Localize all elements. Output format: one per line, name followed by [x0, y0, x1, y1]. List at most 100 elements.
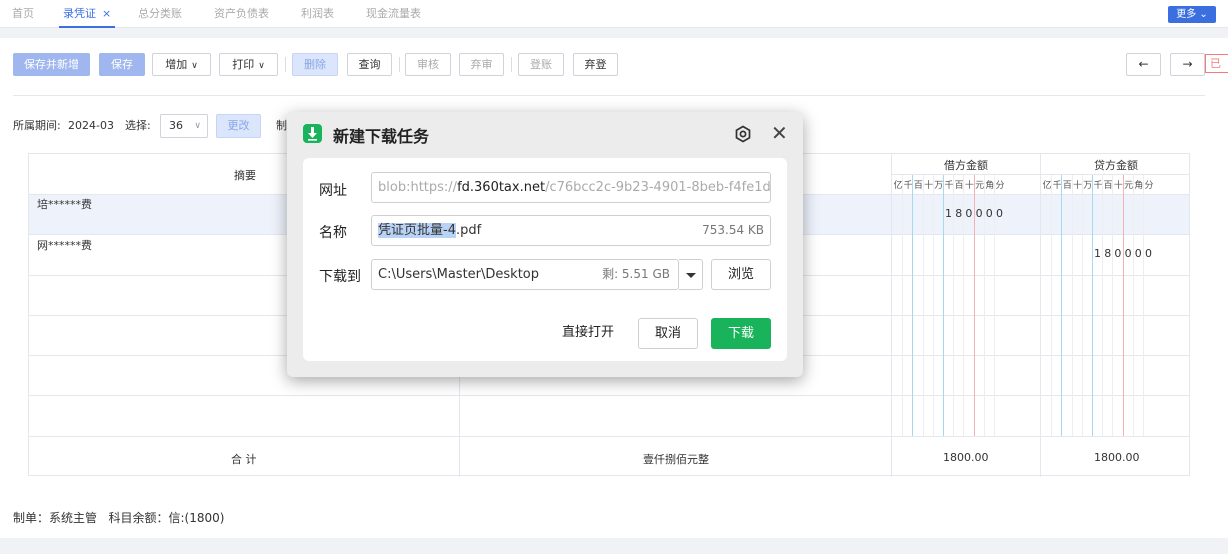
- table-row-summary[interactable]: 网******费: [37, 237, 92, 253]
- download-button[interactable]: 下载: [711, 318, 771, 349]
- path-dropdown-button[interactable]: [679, 259, 703, 290]
- tab-general-ledger[interactable]: 总分类账: [138, 0, 182, 28]
- amount-digit: 0: [975, 207, 983, 220]
- chevron-down-icon: ∨: [258, 61, 265, 71]
- digit-divider: [983, 175, 985, 436]
- debit-header: 借方金额: [944, 159, 988, 172]
- more-button[interactable]: 更多 ⌄: [1168, 6, 1216, 23]
- tab-cash-flow[interactable]: 现金流量表: [366, 0, 421, 28]
- amount-digit: 0: [1114, 247, 1122, 260]
- col-divider: [1040, 154, 1041, 477]
- period-label: 所属期间:: [13, 119, 61, 132]
- amount-digit: 1: [1094, 247, 1101, 260]
- digit-unit-label: 分: [995, 181, 1005, 191]
- browse-button[interactable]: 浏览: [711, 259, 771, 290]
- prev-voucher-button[interactable]: ←: [1126, 53, 1161, 76]
- digit-divider: [1051, 175, 1053, 436]
- balance-text: 科目余额：信:(1800): [108, 511, 225, 525]
- unpost-button[interactable]: 弃登: [573, 53, 618, 76]
- maker-text: 制单：系统主管: [13, 511, 98, 525]
- summary-header: 摘要: [234, 169, 256, 182]
- digit-divider: [1092, 175, 1093, 436]
- next-voucher-button[interactable]: →: [1170, 53, 1205, 76]
- total-amount-words: 壹仟捌佰元整: [643, 453, 709, 466]
- tab-label: 总分类账: [138, 7, 182, 20]
- total-credit: 1800.00: [1094, 451, 1140, 464]
- amount-digit: 0: [965, 207, 973, 220]
- tab-label: 利润表: [301, 7, 334, 20]
- digit-divider: [932, 175, 934, 436]
- tab-home[interactable]: 首页: [12, 0, 34, 28]
- cancel-button[interactable]: 取消: [638, 318, 698, 349]
- digit-divider: [994, 175, 995, 436]
- tab-voucher-entry[interactable]: 录凭证 ×: [58, 0, 116, 28]
- amount-digit: 1: [945, 207, 952, 220]
- close-icon[interactable]: ×: [102, 7, 111, 20]
- digit-divider: [1122, 175, 1124, 436]
- url-field[interactable]: blob:https://fd.360tax.net/c76bcc2c-9b23…: [371, 172, 771, 203]
- amount-digit: 8: [955, 207, 963, 220]
- amount-digit: 0: [996, 207, 1003, 220]
- close-icon[interactable]: ✕: [771, 121, 788, 145]
- save-path-field[interactable]: C:\Users\Master\Desktop 剩: 5.51 GB: [371, 259, 679, 290]
- tab-label: 资产负债表: [214, 7, 269, 20]
- digit-divider: [1102, 175, 1104, 436]
- digit-divider: [1143, 175, 1144, 436]
- save-button[interactable]: 保存: [99, 53, 145, 76]
- digit-divider: [902, 175, 904, 436]
- print-dropdown-button[interactable]: 打印 ∨: [219, 53, 278, 76]
- delete-button[interactable]: 删除: [292, 53, 338, 76]
- tab-income-statement[interactable]: 利润表: [301, 0, 334, 28]
- divider: [511, 57, 512, 72]
- settings-icon[interactable]: [734, 125, 752, 143]
- digit-unit-label: 分: [1144, 181, 1154, 191]
- name-label: 名称: [319, 225, 347, 241]
- amount-digit: 0: [1134, 247, 1142, 260]
- digit-divider: [953, 175, 955, 436]
- divider: [285, 57, 286, 72]
- post-button[interactable]: 登账: [518, 53, 564, 76]
- digit-divider: [1081, 175, 1083, 436]
- voucher-number-select[interactable]: 36 ∨: [160, 114, 208, 138]
- digit-divider: [943, 175, 944, 436]
- change-button[interactable]: 更改: [216, 114, 261, 138]
- row-divider: [29, 436, 1189, 437]
- total-label: 合 计: [231, 453, 257, 466]
- period-value: 2024-03: [68, 119, 114, 132]
- tab-label: 现金流量表: [366, 7, 421, 20]
- dialog-title: 新建下载任务: [333, 127, 430, 146]
- filename-field[interactable]: 凭证页批量-4.pdf 753.54 KB: [371, 215, 771, 246]
- tab-balance-sheet[interactable]: 资产负债表: [214, 0, 269, 28]
- free-space: 剩: 5.51 GB: [602, 267, 670, 281]
- table-row-summary[interactable]: 培******费: [37, 196, 92, 212]
- query-button[interactable]: 查询: [347, 53, 392, 76]
- audit-button[interactable]: 审核: [405, 53, 451, 76]
- save-and-new-button[interactable]: 保存并新增: [13, 53, 90, 76]
- col-divider: [891, 154, 892, 477]
- add-dropdown-button[interactable]: 增加 ∨: [152, 53, 211, 76]
- url-label: 网址: [319, 183, 347, 199]
- tab-bar: 首页 录凭证 × 总分类账 资产负债表 利润表 现金流量表 更多 ⌄: [0, 0, 1228, 28]
- row-divider: [29, 395, 1189, 396]
- digit-divider: [1132, 175, 1134, 436]
- total-debit: 1800.00: [943, 451, 989, 464]
- save-to-label: 下载到: [319, 269, 361, 285]
- open-directly-button[interactable]: 直接打开: [543, 318, 633, 349]
- divider: [399, 57, 400, 72]
- download-logo-icon: [303, 124, 322, 143]
- digit-divider: [1061, 175, 1063, 436]
- status-badge: 已: [1205, 54, 1228, 73]
- chevron-down-icon: ⌄: [1199, 9, 1208, 20]
- unaudit-button[interactable]: 弃审: [459, 53, 504, 76]
- digit-divider: [963, 175, 965, 436]
- chevron-down-icon: ∨: [191, 61, 198, 71]
- credit-header: 贷方金额: [1094, 159, 1138, 172]
- tab-label: 首页: [12, 7, 34, 20]
- digit-divider: [912, 175, 914, 436]
- file-size: 753.54 KB: [702, 223, 764, 237]
- maker-label: 制: [276, 119, 287, 132]
- amount-digit: 0: [1145, 247, 1152, 260]
- digit-divider: [1112, 175, 1114, 436]
- amount-digit: 0: [985, 207, 993, 220]
- divider: [13, 95, 1205, 96]
